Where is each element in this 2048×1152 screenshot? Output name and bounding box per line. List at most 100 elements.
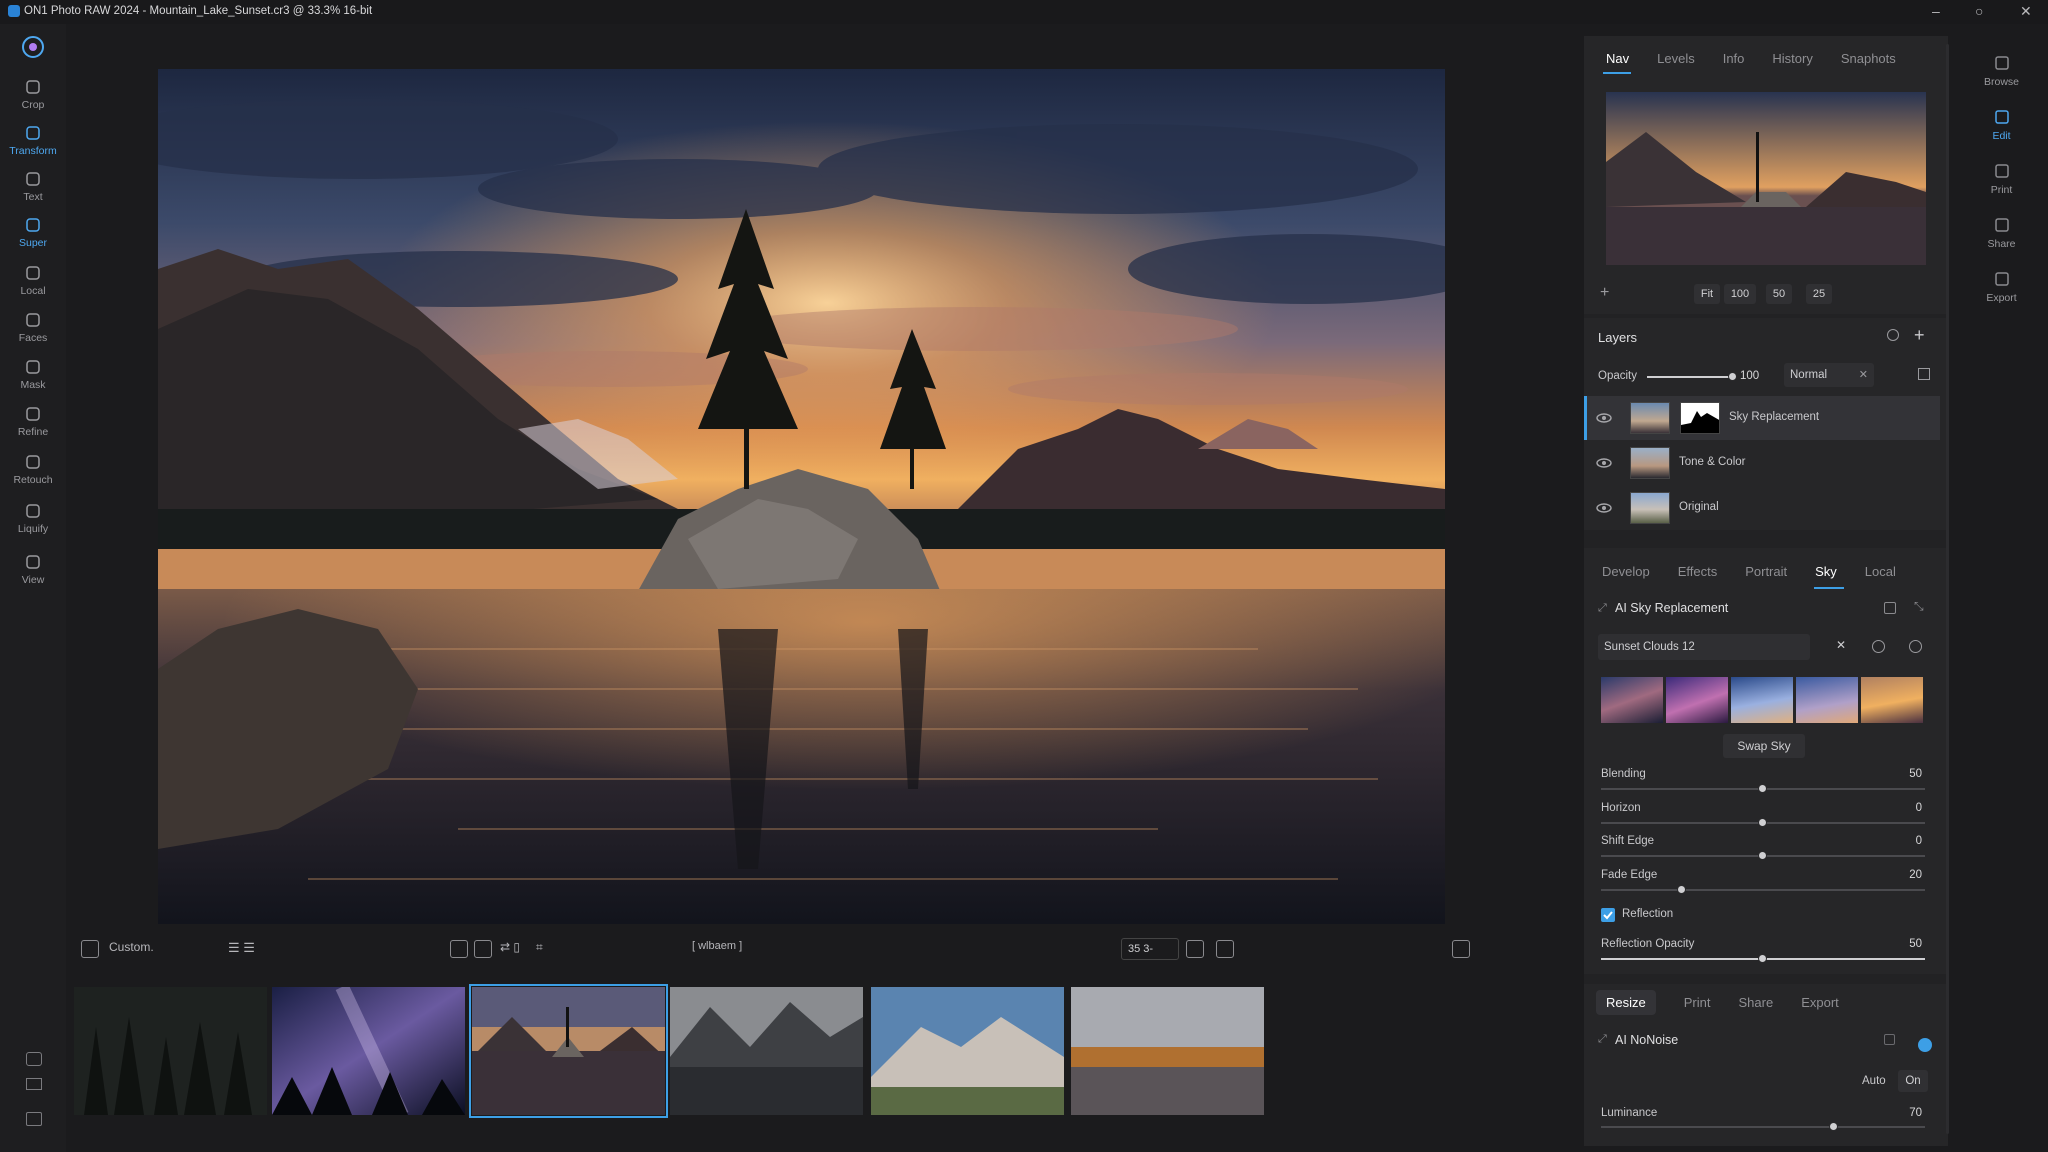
- slider-track[interactable]: [1601, 889, 1925, 891]
- tool-refine[interactable]: Refine: [0, 405, 66, 438]
- layer-row[interactable]: Original: [1584, 486, 1940, 530]
- sky-thumbnail[interactable]: [1666, 677, 1728, 723]
- list-icon[interactable]: ☰ ☰: [228, 940, 255, 956]
- filmstrip-thumb[interactable]: [871, 987, 1064, 1115]
- slider-knob[interactable]: [1758, 784, 1767, 793]
- fullscreen-icon[interactable]: [1216, 940, 1234, 958]
- auto-button[interactable]: Auto: [1862, 1075, 1886, 1087]
- tab-effects[interactable]: Effects: [1678, 564, 1718, 579]
- module-browse[interactable]: Browse: [1955, 54, 2048, 88]
- clear-sky-icon[interactable]: ✕: [1836, 638, 1846, 652]
- sky-search-icon[interactable]: [1909, 640, 1922, 653]
- tab-history[interactable]: History: [1772, 51, 1812, 66]
- module-collapse-icon[interactable]: ⤢: [1598, 602, 1610, 614]
- blend-mode-select[interactable]: Normal ✕: [1784, 363, 1874, 387]
- tab-develop[interactable]: Develop: [1602, 564, 1650, 579]
- image-canvas[interactable]: [158, 69, 1445, 924]
- module-expand-icon[interactable]: ⤡: [1914, 599, 1924, 614]
- tab-nav[interactable]: Nav: [1606, 51, 1629, 66]
- layer-row[interactable]: Tone & Color: [1584, 441, 1940, 485]
- module-edit[interactable]: Edit: [1955, 108, 2048, 142]
- tab-snaphots[interactable]: Snaphots: [1841, 51, 1896, 66]
- app-logo-icon[interactable]: [22, 36, 44, 58]
- tool-mask[interactable]: Mask: [0, 358, 66, 391]
- on-button[interactable]: On: [1898, 1070, 1928, 1092]
- slider-knob[interactable]: [1758, 851, 1767, 860]
- browse-sky-icon[interactable]: [1872, 640, 1885, 653]
- tool-transform[interactable]: Transform: [0, 124, 66, 157]
- tab-info[interactable]: Info: [1723, 51, 1745, 66]
- minimize-icon[interactable]: –: [1932, 3, 1940, 19]
- mode-label[interactable]: [ wlbaem ]: [692, 940, 742, 952]
- zoom-button-50[interactable]: 50: [1766, 284, 1792, 304]
- filmstrip-thumb[interactable]: [1071, 987, 1264, 1115]
- tool-local[interactable]: Local: [0, 264, 66, 297]
- tab-print[interactable]: Print: [1684, 995, 1711, 1015]
- module-collapse-icon[interactable]: ⤢: [1598, 1033, 1607, 1046]
- reflection-opacity-knob[interactable]: [1758, 954, 1767, 963]
- tool-view[interactable]: View: [0, 553, 66, 586]
- maximize-icon[interactable]: ○: [1975, 3, 1983, 19]
- layer-mask-thumbnail[interactable]: [1680, 402, 1720, 434]
- tab-portrait[interactable]: Portrait: [1745, 564, 1787, 579]
- tab-export[interactable]: Export: [1801, 995, 1839, 1015]
- before-after-icon[interactable]: ⇄ ▯: [500, 940, 520, 954]
- preview-icon[interactable]: [474, 940, 492, 958]
- reset-icon[interactable]: [1887, 329, 1899, 341]
- module-print[interactable]: Print: [1955, 162, 2048, 196]
- navigator-preview[interactable]: [1606, 92, 1926, 265]
- zoom-field[interactable]: 35 3-: [1121, 938, 1179, 960]
- tool-text[interactable]: Text: [0, 170, 66, 203]
- filmstrip-thumb[interactable]: [74, 987, 267, 1115]
- nonoise-enable-toggle[interactable]: [1918, 1038, 1932, 1052]
- sky-thumbnail[interactable]: [1731, 677, 1793, 723]
- eye-icon[interactable]: [1596, 458, 1612, 468]
- compare-icon[interactable]: [450, 940, 468, 958]
- swap-sky-button[interactable]: Swap Sky: [1723, 734, 1805, 758]
- filmstrip-toggle-icon[interactable]: [26, 1052, 42, 1066]
- sky-thumbnail[interactable]: [1796, 677, 1858, 723]
- filmstrip-thumb[interactable]: [272, 987, 465, 1115]
- fit-icon[interactable]: [1186, 940, 1204, 958]
- module-share[interactable]: Share: [1955, 216, 2048, 250]
- panel-toggle-icon[interactable]: [1452, 940, 1470, 958]
- reflection-checkbox[interactable]: [1601, 908, 1615, 922]
- tab-resize[interactable]: Resize: [1596, 990, 1656, 1015]
- sky-thumbnail[interactable]: [1601, 677, 1663, 723]
- module-copy-icon[interactable]: [1884, 1034, 1895, 1045]
- tab-levels[interactable]: Levels: [1657, 51, 1695, 66]
- tool-retouch[interactable]: Retouch: [0, 453, 66, 486]
- opacity-slider-knob[interactable]: [1728, 372, 1737, 381]
- tab-local[interactable]: Local: [1865, 564, 1896, 579]
- info-panel-icon[interactable]: [26, 1112, 42, 1126]
- eye-icon[interactable]: [1596, 413, 1612, 423]
- filmstrip-thumb-selected[interactable]: [469, 984, 668, 1118]
- tab-share[interactable]: Share: [1738, 995, 1773, 1015]
- add-layer-icon[interactable]: +: [1914, 325, 1925, 346]
- zoom-button-25[interactable]: 25: [1806, 284, 1832, 304]
- preset-icon[interactable]: [81, 940, 99, 958]
- tool-faces[interactable]: Faces: [0, 311, 66, 344]
- tool-liquify[interactable]: Liquify: [0, 502, 66, 535]
- preset-label[interactable]: Custom.: [109, 940, 154, 954]
- module-copy-icon[interactable]: [1884, 602, 1896, 614]
- eye-icon[interactable]: [1596, 503, 1612, 513]
- panel-scrollbar[interactable]: [1946, 44, 1949, 1134]
- close-icon[interactable]: ✕: [2020, 3, 2032, 20]
- tab-sky[interactable]: Sky: [1815, 564, 1837, 579]
- module-export[interactable]: Export: [1955, 270, 2048, 304]
- sky-thumbnail[interactable]: [1861, 677, 1923, 723]
- add-icon[interactable]: +: [1600, 284, 1609, 302]
- zoom-button-100[interactable]: 100: [1724, 284, 1756, 304]
- tool-super[interactable]: Super: [0, 216, 66, 249]
- luminance-slider[interactable]: [1601, 1126, 1925, 1128]
- slider-knob[interactable]: [1677, 885, 1686, 894]
- zoom-button-fit[interactable]: Fit: [1694, 284, 1720, 304]
- crop-preview-icon[interactable]: ⌗: [536, 940, 543, 955]
- tool-crop[interactable]: Crop: [0, 78, 66, 111]
- mask-options-icon[interactable]: [1918, 368, 1930, 380]
- clear-icon[interactable]: ✕: [1859, 368, 1868, 381]
- slider-knob[interactable]: [1758, 818, 1767, 827]
- sky-preset-select[interactable]: Sunset Clouds 12: [1598, 634, 1810, 660]
- compare-view-icon[interactable]: [26, 1078, 42, 1090]
